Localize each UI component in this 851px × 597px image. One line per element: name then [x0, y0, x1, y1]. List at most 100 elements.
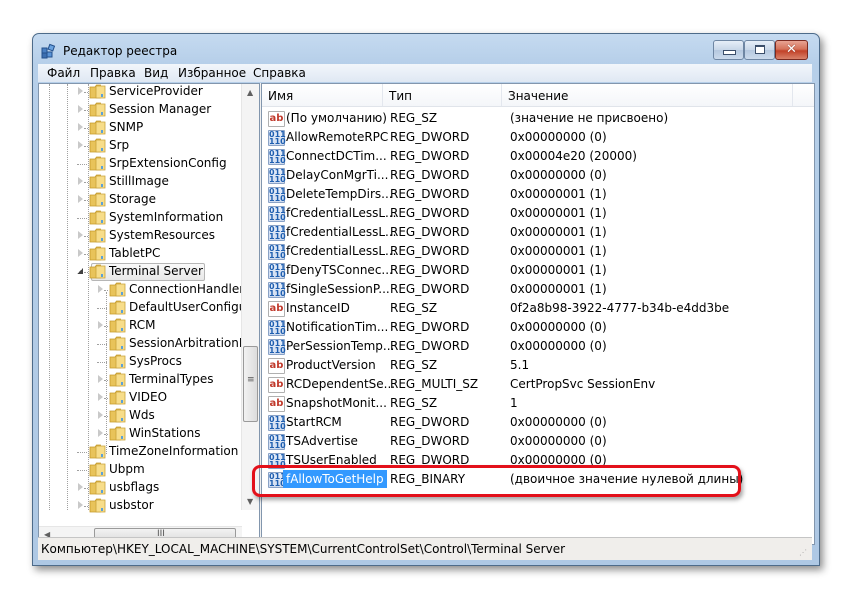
tree-item[interactable]: VIDEO	[39, 389, 242, 407]
binary-value-icon: 011 110	[268, 168, 286, 184]
tree-item[interactable]: usbstor	[39, 497, 242, 515]
tree-item-label: DefaultUserConfigu	[129, 300, 247, 314]
list-row[interactable]: ab InstanceID REG_SZ 0f2a8b98-3922-4777-b34…	[262, 299, 814, 318]
tree-item[interactable]: SysProcs	[39, 353, 242, 371]
list-row[interactable]: 011 110 fDenyTSConnec... REG_DWORD 0x0000000…	[262, 261, 814, 280]
tree-item[interactable]: Session Manager	[39, 101, 242, 119]
value-data: 5.1	[510, 358, 530, 372]
tree-item[interactable]: SystemInformation	[39, 209, 242, 227]
tree-item[interactable]: TerminalTypes	[39, 371, 242, 389]
expand-arrow-icon[interactable]	[98, 411, 103, 419]
tree-item[interactable]: SessionArbitrationH	[39, 335, 248, 353]
binary-value-icon: 011 110	[268, 282, 286, 298]
tree-item[interactable]: DefaultUserConfigu	[39, 299, 246, 317]
list-row[interactable]: 011 110 fCredentialLessL... REG_DWORD 0x0000…	[262, 242, 814, 261]
expand-arrow-icon[interactable]	[78, 105, 83, 113]
expand-arrow-icon[interactable]	[78, 177, 83, 185]
tree-vertical-scrollbar[interactable]: ▲ ≡ ▼	[241, 84, 259, 510]
menu-edit[interactable]: Правка	[90, 66, 136, 80]
tree-item[interactable]: TimeZoneInformation	[39, 443, 242, 461]
folder-icon	[109, 336, 127, 351]
list-row[interactable]: ab (По умолчанию) REG_SZ (значение не присв…	[262, 109, 814, 128]
list-row[interactable]: 011 110 StartRCM REG_DWORD 0x00000000 (0)	[262, 413, 814, 432]
list-header: Имя Тип Значение	[262, 84, 814, 107]
tree-item-label: StillImage	[109, 174, 169, 188]
collapse-arrow-icon[interactable]	[77, 268, 83, 274]
list-row[interactable]: 011 110 PerSessionTemp... REG_DWORD 0x000000…	[262, 337, 814, 356]
value-name: ConnectDCTim...	[286, 149, 387, 163]
expand-arrow-icon[interactable]	[98, 393, 103, 401]
expand-arrow-icon[interactable]	[78, 501, 83, 509]
list-row[interactable]: 011 110 fSingleSessionP... REG_DWORD 0x00000…	[262, 280, 814, 299]
value-type: REG_DWORD	[390, 339, 470, 353]
scroll-grip-icon: ≡	[247, 375, 255, 385]
binary-value-icon: 011 110	[268, 225, 286, 241]
expand-arrow-icon[interactable]	[98, 285, 103, 293]
list-row[interactable]: 011 110 ConnectDCTim... REG_DWORD 0x00004e20…	[262, 147, 814, 166]
maximize-button[interactable]	[744, 40, 775, 60]
tree-item[interactable]: Ubpm	[39, 461, 242, 479]
column-header-name[interactable]: Имя	[262, 84, 383, 106]
scroll-down-icon[interactable]: ▼	[247, 497, 253, 506]
expand-arrow-icon[interactable]	[78, 195, 83, 203]
list-row[interactable]: 011 110 fCredentialLessL... REG_DWORD 0x0000…	[262, 204, 814, 223]
list-row[interactable]: ab RCDependentSe... REG_MULTI_SZ CertPropSv…	[262, 375, 814, 394]
value-data: 0x00000000 (0)	[510, 168, 607, 182]
expand-arrow-icon[interactable]	[78, 249, 83, 257]
tree-vscroll-thumb[interactable]: ≡	[243, 346, 258, 422]
expand-arrow-icon[interactable]	[98, 429, 103, 437]
value-data: 1	[510, 396, 518, 410]
value-name: (По умолчанию)	[286, 111, 387, 125]
tree-item[interactable]: ServiceProvider	[39, 84, 242, 101]
tree-item[interactable]: StillImage	[39, 173, 242, 191]
list-row[interactable]: 011 110 DelayConMgrTi... REG_DWORD 0x0000000…	[262, 166, 814, 185]
registry-tree[interactable]: ServiceProvider Session Manager SNMP Srp Srp…	[38, 83, 260, 545]
list-row[interactable]: 011 110 AllowRemoteRPC REG_DWORD 0x00000000 …	[262, 128, 814, 147]
list-row[interactable]: 011 110 TSAdvertise REG_DWORD 0x00000000 (0)	[262, 432, 814, 451]
column-header-value[interactable]: Значение	[502, 84, 793, 106]
tree-item[interactable]: SrpExtensionConfig	[39, 155, 242, 173]
expand-arrow-icon[interactable]	[78, 231, 83, 239]
expand-arrow-icon[interactable]	[78, 141, 83, 149]
expand-arrow-icon[interactable]	[78, 483, 83, 491]
expand-arrow-icon[interactable]	[98, 375, 103, 383]
resize-grip-icon[interactable]: ⋰	[799, 548, 809, 558]
tree-item[interactable]: Storage	[39, 191, 242, 209]
folder-icon	[89, 102, 107, 117]
tree-item[interactable]: Wds	[39, 407, 242, 425]
menu-favorites[interactable]: Избранное	[178, 66, 246, 80]
menu-help[interactable]: Справка	[253, 66, 306, 80]
tree-item[interactable]: ConnectionHandler	[39, 281, 244, 299]
expand-arrow-icon[interactable]	[78, 87, 83, 95]
expand-arrow-icon[interactable]	[78, 123, 83, 131]
tree-item-label: WinStations	[129, 426, 201, 440]
list-row[interactable]: 011 110 fCredentialLessL... REG_DWORD 0x0000…	[262, 223, 814, 242]
list-row[interactable]: 011 110 DeleteTempDirs... REG_DWORD 0x000000…	[262, 185, 814, 204]
tree-item[interactable]: SystemResources	[39, 227, 242, 245]
column-header-type[interactable]: Тип	[383, 84, 502, 106]
menu-file[interactable]: Файл	[47, 66, 80, 80]
tree-item[interactable]: TabletPC	[39, 245, 242, 263]
tree-item[interactable]: WinStations	[39, 425, 242, 443]
close-button[interactable]: ✕	[775, 40, 808, 60]
menu-view[interactable]: Вид	[144, 66, 168, 80]
minimize-button[interactable]	[713, 40, 744, 60]
tree-item[interactable]: RCM	[39, 317, 242, 335]
value-data: 0x00000000 (0)	[510, 434, 607, 448]
tree-item[interactable]: SNMP	[39, 119, 242, 137]
folder-icon	[89, 480, 107, 495]
folder-icon	[89, 246, 107, 261]
expand-arrow-icon[interactable]	[98, 321, 103, 329]
list-row[interactable]: ab ProductVersion REG_SZ 5.1	[262, 356, 814, 375]
tree-item[interactable]: Srp	[39, 137, 242, 155]
string-value-icon: ab	[268, 377, 285, 393]
tree-item-label: SessionArbitrationH	[129, 336, 248, 350]
tree-item[interactable]: usbflags	[39, 479, 242, 497]
binary-value-icon: 011 110	[268, 206, 286, 222]
list-row[interactable]: ab SnapshotMonit... REG_SZ 1	[262, 394, 814, 413]
title-bar[interactable]: Редактор реестра ✕	[33, 34, 819, 64]
list-row[interactable]: 011 110 NotificationTim... REG_DWORD 0x00000…	[262, 318, 814, 337]
tree-item-label: RCM	[129, 318, 156, 332]
scroll-up-icon[interactable]: ▲	[247, 88, 253, 97]
tree-item[interactable]: Terminal Server	[39, 263, 242, 281]
